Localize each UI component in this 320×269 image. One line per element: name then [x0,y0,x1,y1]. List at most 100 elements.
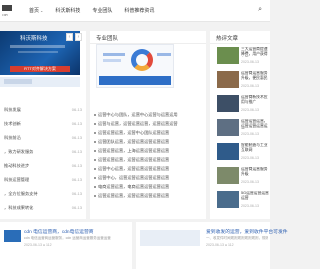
list-item-title: ，致力研发服务 [4,149,34,154]
article-item[interactable]: 运营运营运营，运营运营运营运营 2023-06-13 [217,118,270,140]
banner-caption: RTT对齐解决方案 [10,66,70,72]
article-title: 运营运营运营，运营运营运营运营 [241,119,268,128]
search-icon[interactable]: ⌕ [258,6,262,14]
article-title: 运营商新技术应用与推广 [241,95,268,104]
article-item[interactable]: 三大运营商提速降费，用户获得实惠 2023-06-13 [217,46,270,68]
article-item[interactable]: 运营商新技术应用与推广 2023-06-13 [217,94,270,116]
nav-item-home[interactable]: 首页⌄ [24,0,50,22]
article-item[interactable]: 智能制造与工业互联网 2023-06-13 [217,142,270,164]
article-thumbnail [217,167,239,184]
article-item[interactable]: 5G运营运营运营运营 2023-06-13 [217,190,270,212]
bullet-icon [94,131,96,134]
article-thumbnail [217,95,239,112]
image-caption-bar [99,76,171,85]
list-item-title: 科技前沿 [4,135,21,140]
logo-text: COM [2,13,8,17]
article-thumbnail [217,119,239,136]
list-item[interactable]: 运营团队运营，运营运营运营运营运营 [94,138,200,146]
bullet-icon [94,185,96,188]
nav-item-tech[interactable]: 科沃斯科技 [50,0,87,22]
list-item[interactable]: 运营运营运营，上海运营运营运营运营 [94,147,200,155]
bullet-icon [94,149,96,152]
next-arrow-icon[interactable]: › [75,33,82,41]
article-thumbnail [4,230,21,242]
list-item[interactable]: ，全方位服务支持 06-13 [4,190,82,198]
list-item[interactable]: 运营运营运营，运营中心团队运营运营 [94,129,200,137]
list-item[interactable]: 科技发展 06-13 [4,106,82,114]
list-item[interactable]: ，科技成果转化 06-13 [4,204,82,212]
tab-indicator [4,79,32,84]
list-item-title: 运营运营运营，运营运营运营运营运营 [98,193,170,198]
list-item[interactable]: 科技运营管理 06-13 [4,176,82,184]
list-item-date: 06-13 [71,135,82,140]
list-item-title: 运营团队运营，运营运营运营运营运营 [98,139,170,144]
article-date: 2023-06-13 [241,156,259,160]
nav-item-label: 科普推荐资讯 [124,8,155,14]
list-item-date: 06-13 [71,107,82,112]
right-panel-title: 热评文章 [216,36,239,42]
list-item[interactable]: 运营运营运营，运营运营运营运营运营 [94,192,200,200]
list-item-title: 运营运营运营，运营运营运营运营运营 [98,157,170,162]
image-decor [157,53,171,56]
list-item[interactable]: 电商运营运营，电商运营运营运营运营 [94,183,200,191]
article-title: 5G运营运营运营运营 [241,191,269,200]
article-title: 运营商运营服务升级 [241,167,268,176]
list-item[interactable]: 推动科技进步 06-13 [4,162,82,170]
image-decor [103,59,121,62]
article-thumbnail [217,191,239,208]
list-item-title: ，全方位服务支持 [4,191,38,196]
list-item-date: 06-13 [71,177,82,182]
prev-arrow-icon[interactable]: ‹ [66,33,73,41]
article-thumbnail [140,230,200,246]
list-item-title: 科技发展 [4,107,21,112]
article-title: 智能制造与工业互联网 [241,143,268,152]
list-item-date: 06-13 [71,149,82,154]
nav-item-team[interactable]: 专业团队 [87,0,119,22]
article-thumbnail [217,71,239,88]
image-decor [103,53,125,56]
list-item[interactable]: 运营运营运营，运营运营运营运营运营 [94,156,200,164]
bullet-icon [94,167,96,170]
bottom-article-card[interactable]: cdn 电信运营商，cdn电信运营商 cdn 电信运营商运营服务，cdn 运营商… [0,222,132,269]
nav-item-recommend[interactable]: 科普推荐资讯 [119,0,161,22]
list-item-date: 06-13 [71,163,82,168]
bullet-icon [94,113,96,116]
list-item[interactable]: 运营中心运营，运营运营运营运营运营 [94,165,200,173]
list-item-title: 运营运营运营，运营中心团队运营运营 [98,130,170,135]
article-thumbnail [217,143,239,160]
list-item[interactable]: ，致力研发服务 06-13 [4,148,82,156]
article-date: 2023-06-13 [241,204,259,208]
list-item-title: 科技运营管理 [4,177,30,182]
mid-panel-title: 专业团队 [96,36,119,42]
article-thumbnail [217,47,239,64]
mid-panel-header: 专业团队 [90,31,206,44]
bullet-icon [94,140,96,143]
list-item-date: 06-13 [71,205,82,210]
bullet-icon [94,158,96,161]
article-item[interactable]: 运营商运营服务升级 2023-06-13 [217,166,270,188]
article-date: 2023-06-13 [241,60,259,64]
bottom-article-card[interactable]: 爱到收发的运营，爱到收件平台可发件 一、收发件时间规则规则规则规则，规则规则规则… [136,222,288,269]
site-logo[interactable]: COM [0,2,20,18]
article-description: cdn 电信运营商运营服务，cdn 运营商运营服务运营运营 [24,236,111,240]
chevron-down-icon: ⌄ [40,8,44,13]
article-item[interactable]: 运营商运营服务升级，便民惠民 2023-06-13 [217,70,270,92]
bullet-icon [94,176,96,179]
list-item-title: 运营运营运营，上海运营运营运营运营 [98,148,170,153]
article-title: 三大运营商提速降费，用户获得实惠 [241,47,268,56]
list-item[interactable]: 运营中心，运营运营运营运营运营运营 [94,174,200,182]
list-item-title: 运营中心与团队，运营中心运营与运营运用 [98,112,178,117]
ring-graphic [131,49,153,71]
featured-image[interactable] [96,44,174,88]
bullet-icon [94,194,96,197]
main-nav: 首页⌄ 科沃斯科技 专业团队 科普推荐资讯 [24,0,161,22]
list-item[interactable]: 技术创新 06-13 [4,120,82,128]
list-item-date: 06-13 [71,121,82,126]
list-item-title: 技术创新 [4,121,21,126]
list-item[interactable]: 运营与运营，运营运营运营，运营运营运营 [94,120,200,128]
article-date: 2023-06-13 [241,180,259,184]
list-item[interactable]: 科技前沿 06-13 [4,134,82,142]
article-date: 2023-06-13 [241,108,259,112]
list-item[interactable]: 运营中心与团队，运营中心运营与运营运用 [94,111,200,119]
left-panel-header: 科沃斯科技 ‹ › [0,31,86,44]
